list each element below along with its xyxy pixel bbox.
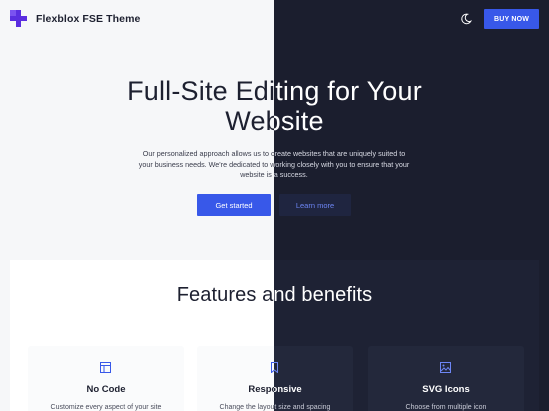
moon-icon[interactable] bbox=[460, 13, 472, 25]
buy-now-button[interactable]: BUY NOW bbox=[484, 9, 539, 29]
feature-card-desc: Customize every aspect of your site bbox=[50, 404, 162, 411]
layout-icon bbox=[100, 362, 111, 373]
feature-card-title: SVG Icons bbox=[422, 384, 470, 395]
feature-card-svg-icons: SVG Icons Choose from multiple icon bbox=[368, 346, 524, 411]
feature-card-desc: Choose from multiple icon bbox=[405, 404, 487, 411]
flexblox-logo-icon[interactable] bbox=[10, 10, 27, 27]
learn-more-button[interactable]: Learn more bbox=[279, 194, 351, 216]
site-brand[interactable]: Flexblox FSE Theme bbox=[36, 13, 141, 25]
image-icon bbox=[440, 362, 451, 373]
feature-card-no-code: No Code Customize every aspect of your s… bbox=[28, 346, 184, 411]
feature-card-title: No Code bbox=[86, 384, 126, 395]
get-started-button[interactable]: Get started bbox=[197, 194, 271, 216]
